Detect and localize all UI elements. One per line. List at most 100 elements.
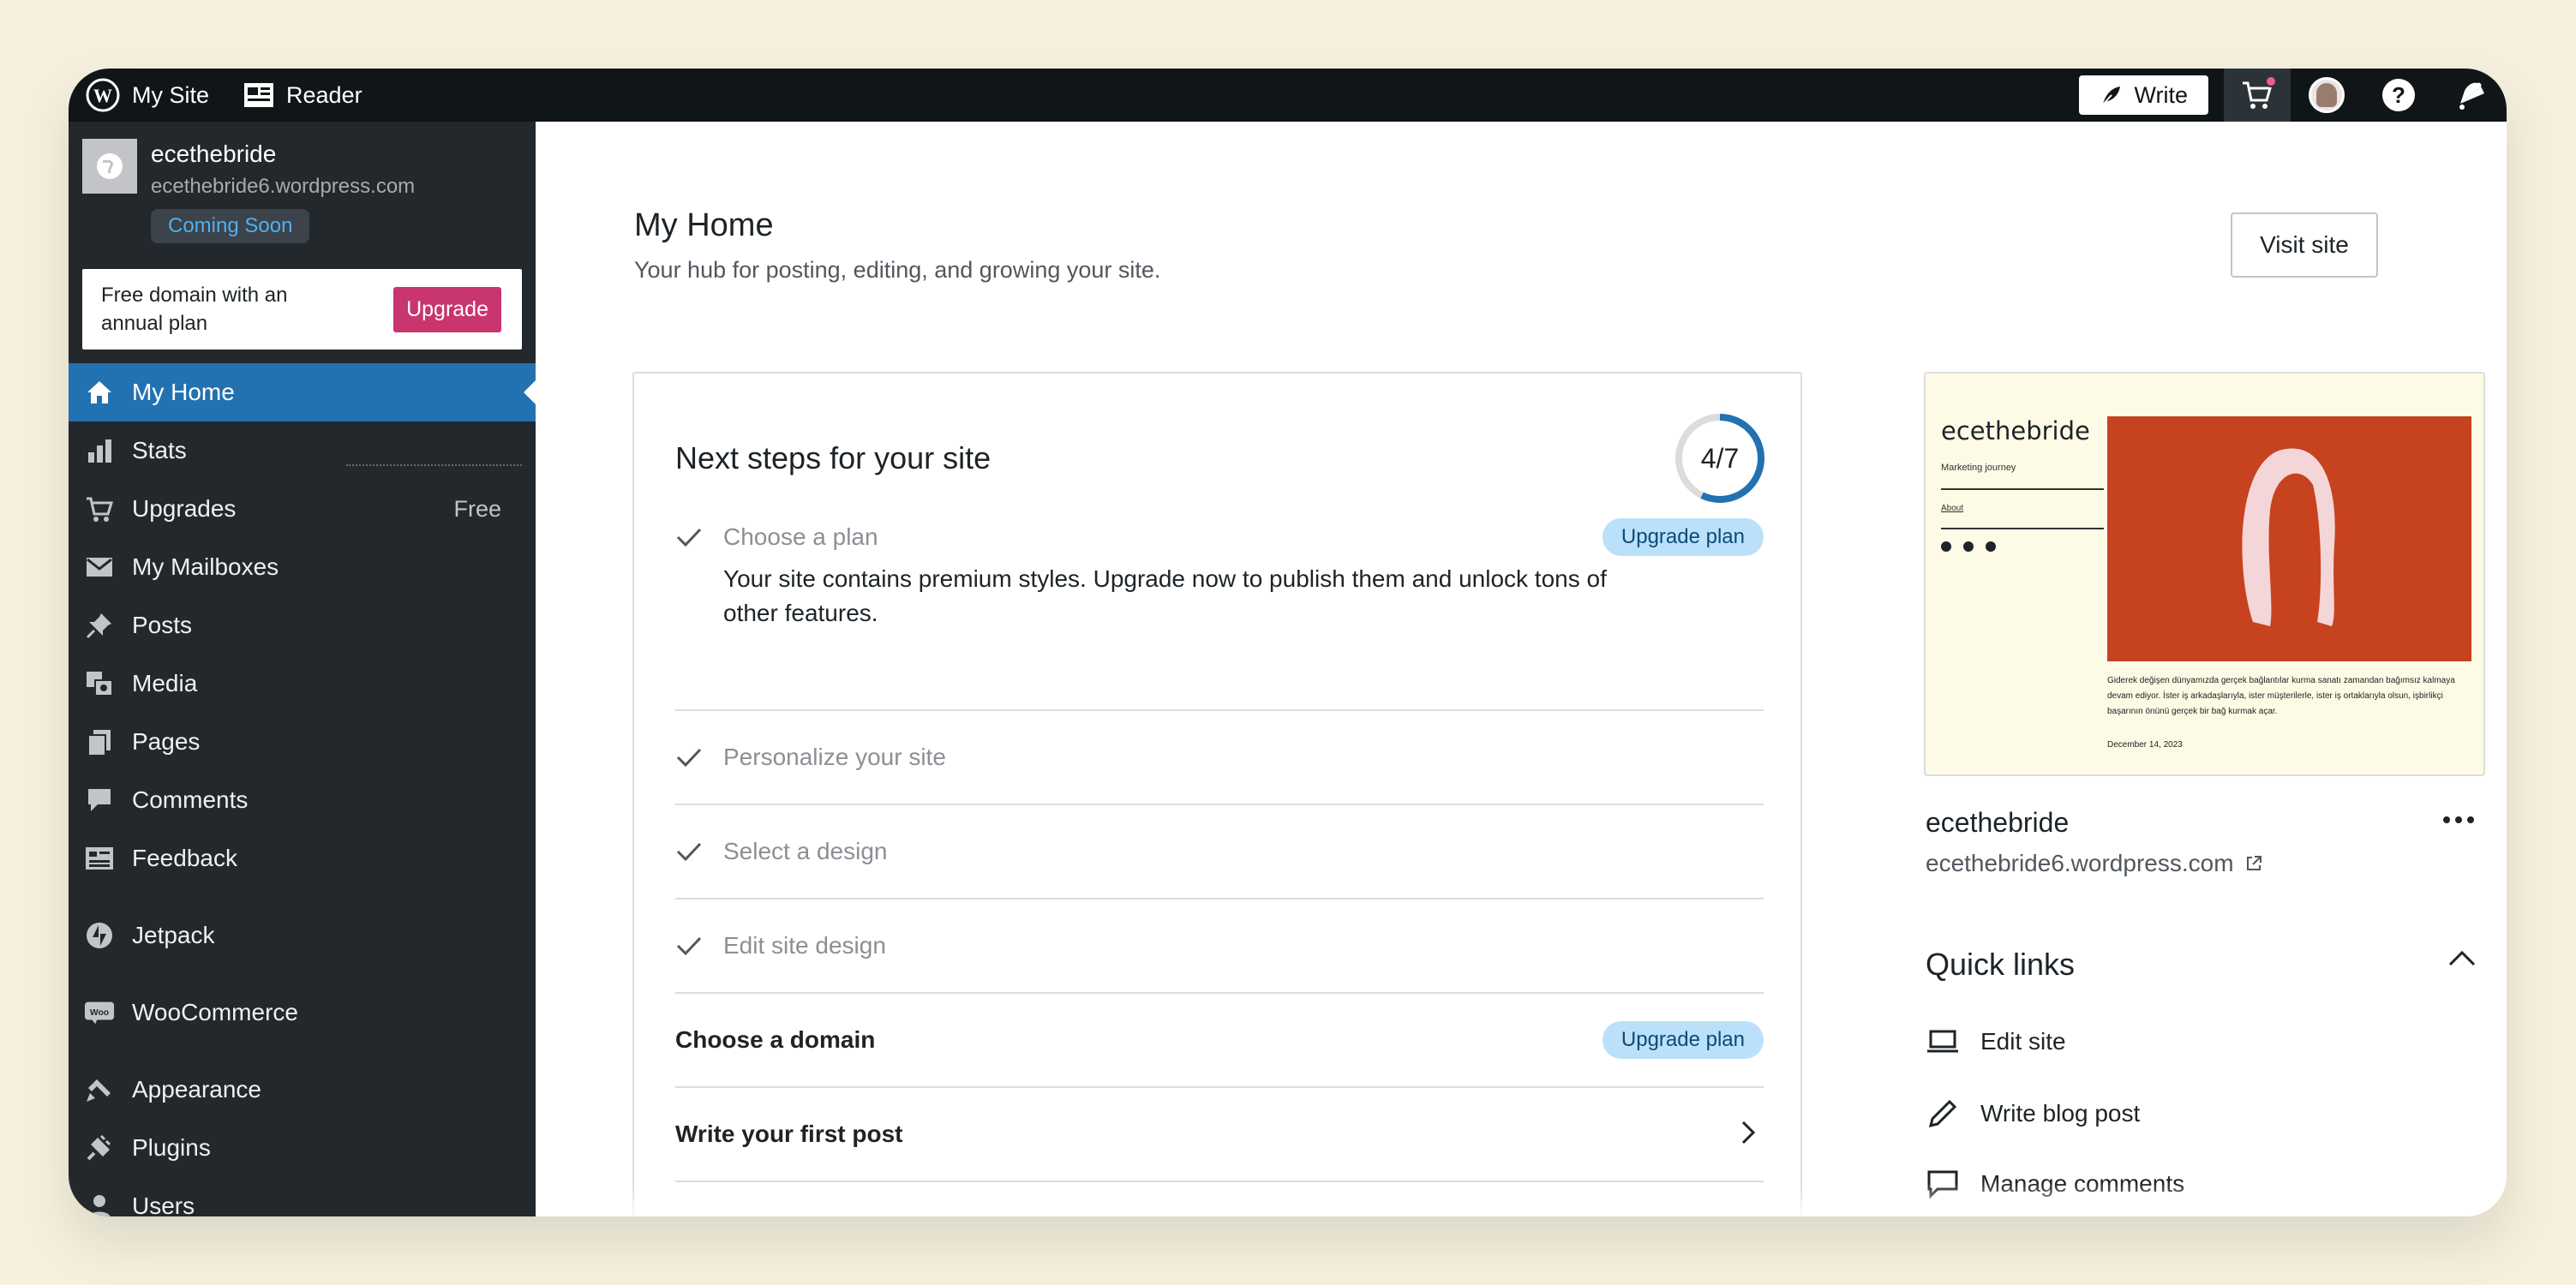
facebook-icon (1963, 541, 1974, 552)
quick-link-label: Write blog post (1980, 1100, 2141, 1127)
page-subtitle: Your hub for posting, editing, and growi… (634, 257, 1161, 283)
external-link-icon (2246, 856, 2261, 870)
more-options-icon[interactable] (2440, 807, 2477, 837)
sidebar-item-label: Comments (132, 786, 249, 813)
cart-icon (84, 493, 115, 524)
sidebar-item-label: Feedback (132, 845, 237, 871)
sidebar-item-stats[interactable]: Stats (69, 421, 536, 480)
quick-link-label: Edit site (1980, 1028, 2066, 1055)
task-select-design[interactable]: Select a design (675, 805, 1764, 900)
reader-link[interactable]: Reader (226, 69, 380, 122)
users-icon (84, 1191, 115, 1216)
help-icon: ? (2382, 79, 2415, 111)
stats-sparkline (346, 464, 522, 466)
task-edit-site-design[interactable]: Edit site design (675, 900, 1764, 994)
task-label: Write your first post (675, 1121, 903, 1147)
my-site-link[interactable]: W My Site (69, 69, 226, 122)
sidebar-item-upgrades[interactable]: Upgrades Free (69, 480, 536, 538)
visit-site-button[interactable]: Visit site (2231, 212, 2378, 278)
instagram-icon (1986, 541, 1996, 552)
jetpack-icon (84, 920, 115, 951)
sidebar-item-label: My Mailboxes (132, 553, 279, 580)
upgrade-button[interactable]: Upgrade (393, 286, 501, 332)
task-write-first-post[interactable]: Write your first post (675, 1088, 1764, 1182)
preview-body-text: Giderek değişen dünyamızda gerçek bağlan… (2107, 676, 2455, 716)
check-icon (675, 840, 723, 864)
sidebar-item-label: Stats (132, 437, 187, 463)
quick-link-write-post[interactable]: Write blog post (1926, 1098, 2140, 1129)
sidebar-item-my-home[interactable]: My Home (69, 363, 536, 421)
svg-text:Woo: Woo (90, 1008, 109, 1018)
check-icon (675, 745, 723, 769)
preview-hero-image (2107, 416, 2471, 661)
cart-button[interactable] (2224, 69, 2291, 122)
upgrade-plan-badge[interactable]: Upgrade plan (1602, 518, 1764, 556)
site-preview[interactable]: ecethebride Marketing journey About Gide… (1924, 372, 2485, 776)
wordpress-logo-icon: W (86, 78, 120, 112)
plan-badge: Free (453, 495, 501, 522)
svg-text:W: W (93, 85, 112, 106)
sidebar-item-label: Media (132, 670, 198, 696)
write-button[interactable]: Write (2079, 75, 2208, 115)
sidebar-item-pages[interactable]: Pages (69, 713, 536, 771)
notifications-button[interactable] (2435, 69, 2507, 122)
sidebar-item-label: Pages (132, 728, 201, 755)
sidebar-item-label: Posts (132, 612, 193, 638)
reader-icon (244, 83, 274, 107)
site-title: ecethebride (1926, 807, 2070, 838)
quick-link-edit-site[interactable]: Edit site (1926, 1028, 2066, 1055)
sidebar-item-label: WooCommerce (132, 999, 298, 1025)
admin-topbar: W My Site Reader Write ? (69, 69, 2507, 122)
preview-divider (1941, 488, 2104, 490)
sidebar-item-woocommerce[interactable]: Woo WooCommerce (69, 983, 536, 1042)
sidebar-item-feedback[interactable]: Feedback (69, 829, 536, 888)
feather-icon (2101, 87, 2121, 106)
sidebar-item-plugins[interactable]: Plugins (69, 1119, 536, 1177)
sidebar-item-appearance[interactable]: Appearance (69, 1061, 536, 1119)
media-icon (84, 668, 115, 699)
site-name: ecethebride (151, 140, 277, 167)
domain-upsell: Free domain with an annual plan Upgrade (82, 269, 522, 350)
sidebar-item-mailboxes[interactable]: My Mailboxes (69, 538, 536, 596)
preview-tagline: Marketing journey (1941, 463, 2016, 473)
site-url-link[interactable]: ecethebride6.wordpress.com (1926, 850, 2263, 877)
brush-icon (84, 1074, 115, 1105)
sidebar-item-label: My Home (132, 379, 235, 405)
main-content: My Home Your hub for posting, editing, a… (536, 122, 2507, 1216)
bottom-fade (536, 1182, 2507, 1216)
profile-button[interactable] (2291, 69, 2363, 122)
bell-icon (2459, 82, 2484, 110)
chevron-up-icon[interactable] (2447, 947, 2477, 972)
site-globe-icon (82, 139, 137, 194)
sidebar: ecethebride ecethebride6.wordpress.com C… (69, 122, 536, 1216)
check-icon (675, 934, 723, 958)
sidebar-item-label: Users (132, 1192, 195, 1216)
my-site-label: My Site (132, 81, 210, 108)
sidebar-item-comments[interactable]: Comments (69, 771, 536, 829)
sidebar-item-label: Upgrades (132, 495, 237, 522)
cart-notification-dot (2265, 75, 2277, 87)
feedback-icon (84, 843, 115, 874)
task-label: Edit site design (723, 932, 886, 959)
write-label: Write (2134, 81, 2188, 108)
task-choose-domain[interactable]: Choose a domain Upgrade plan (675, 994, 1764, 1088)
sidebar-item-users[interactable]: Users (69, 1177, 536, 1216)
pencil-icon (1926, 1098, 1962, 1129)
upsell-text: Free domain with an annual plan (101, 284, 288, 335)
preview-about-link: About (1941, 504, 1964, 513)
upgrade-plan-badge[interactable]: Upgrade plan (1602, 1021, 1764, 1059)
task-choose-plan[interactable]: Choose a plan Upgrade plan Your site con… (675, 518, 1764, 631)
woo-icon: Woo (84, 997, 115, 1028)
sidebar-item-posts[interactable]: Posts (69, 596, 536, 654)
site-url: ecethebride6.wordpress.com (151, 175, 416, 198)
sidebar-item-media[interactable]: Media (69, 654, 536, 713)
stats-icon (84, 435, 115, 466)
site-card[interactable]: ecethebride ecethebride6.wordpress.com C… (69, 122, 536, 243)
site-url-text: ecethebride6.wordpress.com (1926, 850, 2234, 876)
sidebar-item-label: Jetpack (132, 922, 215, 948)
sidebar-item-label: Appearance (132, 1076, 262, 1103)
pin-icon (84, 610, 115, 641)
task-personalize[interactable]: Personalize your site (675, 709, 1764, 805)
help-button[interactable]: ? (2363, 69, 2435, 122)
sidebar-item-jetpack[interactable]: Jetpack (69, 906, 536, 965)
